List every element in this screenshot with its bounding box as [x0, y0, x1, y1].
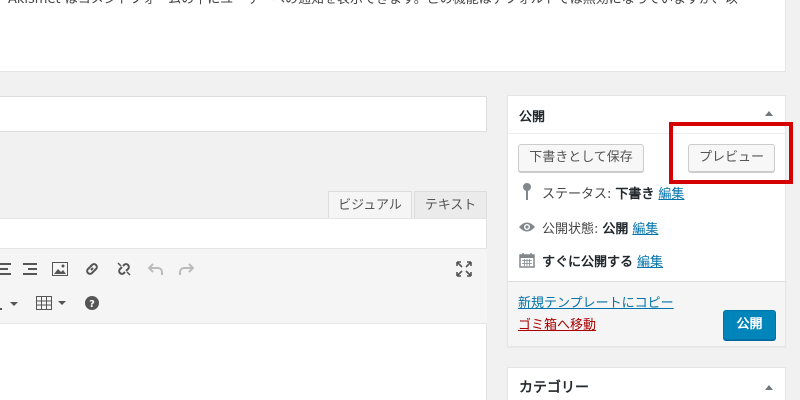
categories-box-title: カテゴリー: [519, 380, 589, 396]
svg-text:?: ?: [89, 299, 95, 310]
post-title-input[interactable]: [0, 96, 487, 132]
visibility-row: 公開状態: 公開 編集: [518, 217, 658, 237]
eye-icon: [518, 221, 536, 233]
akismet-notice: Akismet はコメントフォームの下にユーザーへの通知を表示できます。この機能…: [0, 0, 786, 72]
undo-icon[interactable]: [146, 259, 166, 279]
collapse-arrow-icon[interactable]: [765, 111, 773, 116]
image-icon[interactable]: [50, 259, 70, 279]
copy-to-template-link[interactable]: 新規テンプレートにコピー: [518, 292, 674, 311]
edit-schedule-link[interactable]: 編集: [637, 251, 663, 270]
schedule-row: すぐに公開する 編集: [518, 250, 663, 270]
publish-button[interactable]: 公開: [723, 310, 776, 340]
calendar-icon: [518, 252, 536, 268]
help-icon[interactable]: ?: [82, 293, 102, 313]
visibility-label: 公開状態:: [542, 221, 599, 237]
status-label: ステータス:: [542, 186, 612, 202]
editor-toolbar: ?: [0, 248, 487, 324]
tab-visual[interactable]: ビジュアル: [328, 191, 412, 218]
tab-text[interactable]: テキスト: [414, 191, 487, 218]
table-icon[interactable]: [34, 293, 70, 313]
pin-icon: [518, 183, 536, 201]
underline-icon[interactable]: [0, 293, 22, 313]
align-center-icon[interactable]: [0, 259, 14, 279]
schedule-text: すぐに公開する: [542, 254, 634, 270]
preview-highlight-box: [669, 122, 793, 184]
visibility-value: 公開: [602, 221, 629, 237]
edit-visibility-link[interactable]: 編集: [632, 218, 658, 237]
publish-box-title: 公開: [519, 110, 546, 125]
save-draft-button[interactable]: 下書きとして保存: [518, 144, 644, 172]
link-icon[interactable]: [82, 259, 102, 279]
categories-collapse-arrow-icon[interactable]: [765, 385, 773, 390]
fullscreen-icon[interactable]: [454, 259, 474, 279]
publish-actions: 新規テンプレートにコピー ゴミ箱へ移動 公開: [508, 281, 785, 346]
unlink-icon[interactable]: [114, 259, 134, 279]
categories-box-header[interactable]: カテゴリー: [508, 368, 785, 400]
notice-text: Akismet はコメントフォームの下にユーザーへの通知を表示できます。この機能…: [8, 0, 738, 10]
edit-status-link[interactable]: 編集: [658, 183, 684, 202]
status-value: 下書き: [615, 186, 655, 202]
move-to-trash-link[interactable]: ゴミ箱へ移動: [518, 314, 596, 333]
categories-box: カテゴリー: [507, 367, 786, 400]
status-row: ステータス: 下書き 編集: [518, 182, 684, 202]
redo-icon[interactable]: [176, 259, 196, 279]
align-right-icon[interactable]: [20, 259, 40, 279]
